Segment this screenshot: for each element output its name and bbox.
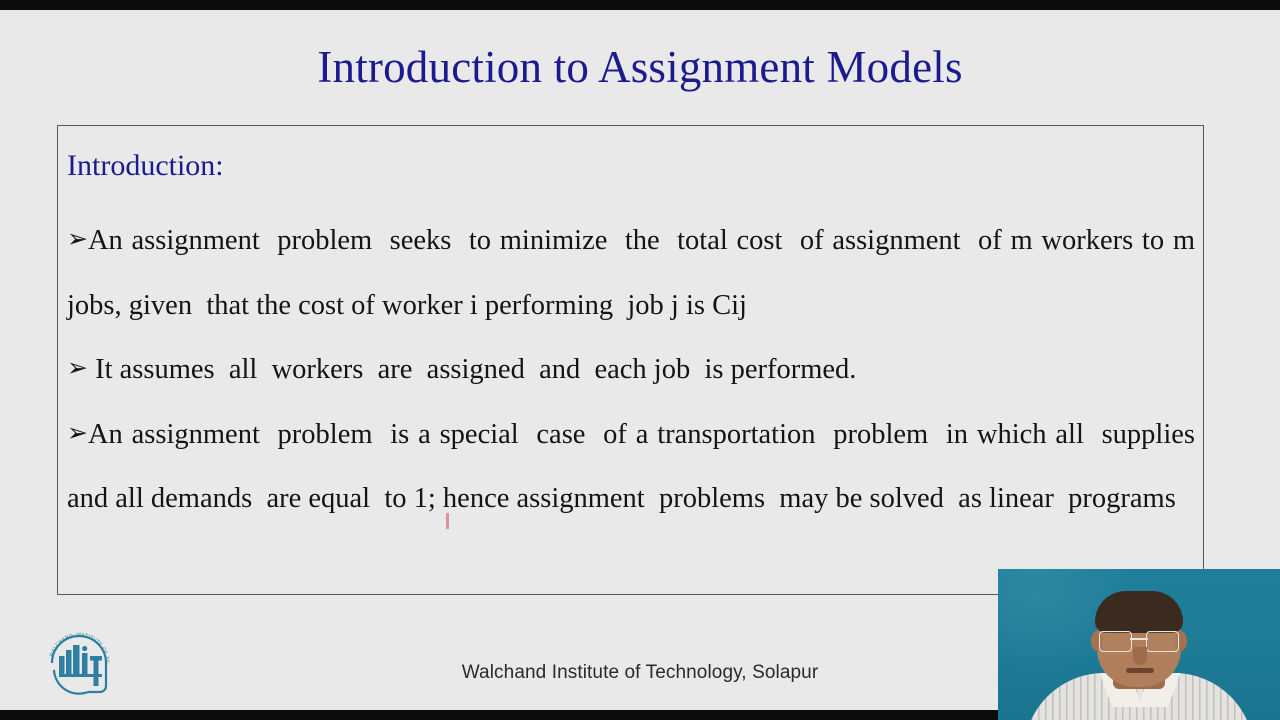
bullet-item: ➢An assignment problem is a special case… — [67, 403, 1195, 532]
slide-content-inner: Introduction: ➢An assignment problem see… — [67, 146, 1195, 532]
presenter-eyebrow-left — [1101, 626, 1127, 630]
presenter-eyebrow-right — [1151, 626, 1177, 630]
presenter-video-overlay[interactable] — [998, 569, 1280, 720]
bullet-text: An assignment problem is a special case … — [67, 418, 1210, 515]
slide-title: Introduction to Assignment Models — [317, 42, 963, 92]
arrow-bullet-icon: ➢ — [67, 417, 88, 447]
bullet-text: It assumes all workers are assigned and … — [87, 354, 857, 385]
slide-content-box: Introduction: ➢An assignment problem see… — [57, 125, 1204, 595]
arrow-bullet-icon: ➢ — [67, 224, 88, 253]
pen-caret-annotation — [446, 513, 449, 529]
presenter-nose — [1133, 647, 1147, 665]
glasses-lens-right — [1146, 631, 1179, 652]
video-player-screen: Introduction to Assignment Models Introd… — [0, 0, 1280, 720]
glasses-lens-left — [1099, 631, 1132, 652]
presenter-mouth — [1126, 668, 1154, 673]
letterbox-bar-top — [0, 0, 1280, 10]
bullet-item: ➢ It assumes all workers are assigned an… — [67, 338, 1195, 403]
bullet-item: ➢An assignment problem seeks to minimize… — [67, 209, 1195, 338]
arrow-bullet-icon: ➢ — [67, 353, 88, 382]
bullet-text: An assignment problem seeks to minimize … — [67, 225, 1203, 321]
introduction-label: Introduction: — [67, 149, 224, 182]
